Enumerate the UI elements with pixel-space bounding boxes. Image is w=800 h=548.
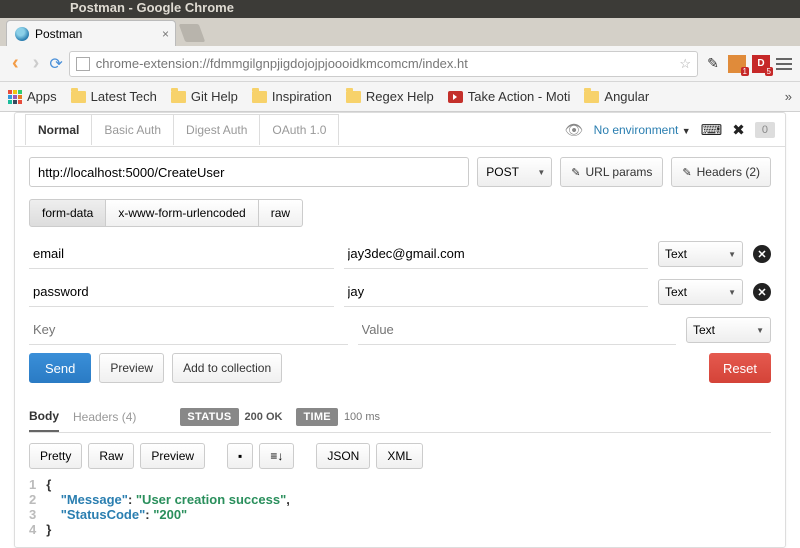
browser-tabstrip: Postman × [0, 18, 800, 46]
request-url-input[interactable] [29, 157, 469, 187]
key-input[interactable] [29, 277, 334, 307]
tab-basic-auth[interactable]: Basic Auth [92, 114, 174, 145]
value-input[interactable] [358, 315, 677, 345]
body-type-tabs: form-data x-www-form-urlencoded raw [29, 199, 771, 227]
bookmark-latest-tech[interactable]: Latest Tech [71, 89, 157, 104]
bookmark-regex-help[interactable]: Regex Help [346, 89, 434, 104]
copy-icon[interactable]: ▪ [227, 443, 253, 469]
status-label: STATUS [180, 408, 238, 426]
add-to-collection-button[interactable]: Add to collection [172, 353, 282, 383]
window-title: Postman - Google Chrome [70, 0, 234, 15]
method-select[interactable]: POST [477, 157, 552, 187]
postman-panel: Normal Basic Auth Digest Auth OAuth 1.0 … [14, 112, 786, 548]
key-input[interactable] [29, 239, 334, 269]
chevron-right-icon[interactable]: » [785, 89, 792, 104]
browser-tab[interactable]: Postman × [6, 20, 176, 46]
bookmark-inspiration[interactable]: Inspiration [252, 89, 332, 104]
bookmark-take-action[interactable]: Take Action - Moti [448, 89, 571, 104]
folder-icon [252, 91, 267, 103]
form-row-empty: Text [29, 315, 771, 345]
xml-button[interactable]: XML [376, 443, 423, 469]
json-button[interactable]: JSON [316, 443, 370, 469]
hamburger-icon[interactable] [776, 58, 792, 70]
folder-icon [584, 91, 599, 103]
edit-icon: ✎ [571, 166, 580, 179]
url-input[interactable]: chrome-extension://fdmmgilgnpjigdojojpjo… [69, 51, 698, 77]
postman-auth-tabs: Normal Basic Auth Digest Auth OAuth 1.0 … [15, 113, 785, 147]
preview-response-button[interactable]: Preview [140, 443, 205, 469]
value-input[interactable] [344, 277, 649, 307]
back-button[interactable]: ‹ [8, 52, 23, 75]
youtube-icon [448, 91, 463, 103]
delete-row-icon[interactable]: ✕ [753, 245, 771, 263]
tab-body[interactable]: Body [29, 402, 59, 432]
type-select[interactable]: Text [658, 279, 743, 305]
star-icon[interactable]: ☆ [679, 56, 691, 72]
close-icon[interactable]: × [162, 27, 169, 41]
folder-icon [71, 91, 86, 103]
tab-label: Postman [35, 27, 82, 41]
tab-form-data[interactable]: form-data [29, 199, 106, 227]
folder-icon [346, 91, 361, 103]
status-value: 200 OK [245, 411, 283, 423]
tab-oauth[interactable]: OAuth 1.0 [260, 114, 339, 145]
line-numbers: 1234 [29, 477, 46, 537]
settings-icon[interactable]: ✖ [732, 121, 745, 139]
request-bar: POST ✎URL params ✎Headers (2) [29, 157, 771, 187]
browser-toolbar: ‹ › ⟳ chrome-extension://fdmmgilgnpjigdo… [0, 46, 800, 82]
bookmark-angular[interactable]: Angular [584, 89, 649, 104]
key-input[interactable] [29, 315, 348, 345]
form-row: Text ✕ [29, 239, 771, 269]
preview-button[interactable]: Preview [99, 353, 164, 383]
history-count[interactable]: 0 [755, 122, 775, 138]
response-controls: Pretty Raw Preview ▪ ≡↓ JSON XML [29, 443, 771, 469]
raw-button[interactable]: Raw [88, 443, 134, 469]
tab-response-headers[interactable]: Headers (4) [73, 403, 136, 431]
url-text: chrome-extension://fdmmgilgnpjigdojojpjo… [96, 56, 468, 71]
delete-row-icon[interactable]: ✕ [753, 283, 771, 301]
eye-icon[interactable]: 👁 [565, 121, 584, 139]
send-button[interactable]: Send [29, 353, 91, 383]
environment-selector[interactable]: No environment ▼ [594, 123, 691, 137]
type-select[interactable]: Text [658, 241, 743, 267]
extension-orange[interactable]: 1 [728, 55, 746, 73]
page-icon [76, 57, 90, 71]
keyboard-icon[interactable]: ⌨ [701, 121, 723, 139]
extension-red[interactable]: D5 [752, 55, 770, 73]
eyedropper-icon[interactable]: ✎ [704, 55, 722, 73]
value-input[interactable] [344, 239, 649, 269]
time-value: 100 ms [344, 411, 380, 423]
url-params-button[interactable]: ✎URL params [560, 157, 663, 187]
tab-raw[interactable]: raw [259, 199, 303, 227]
wrap-icon[interactable]: ≡↓ [259, 443, 294, 469]
window-titlebar: Postman - Google Chrome [0, 0, 800, 18]
tab-digest-auth[interactable]: Digest Auth [174, 114, 260, 145]
bookmark-apps[interactable]: Apps [8, 89, 57, 104]
request-actions: Send Preview Add to collection Reset [29, 353, 771, 383]
apps-icon [8, 90, 22, 104]
new-tab-button[interactable] [179, 24, 206, 42]
pretty-button[interactable]: Pretty [29, 443, 82, 469]
response-body: 1234 { "Message": "User creation success… [29, 477, 771, 537]
type-select[interactable]: Text [686, 317, 771, 343]
bookmarks-bar: Apps Latest Tech Git Help Inspiration Re… [0, 82, 800, 112]
headers-button[interactable]: ✎Headers (2) [671, 157, 771, 187]
forward-button[interactable]: › [29, 52, 44, 75]
form-row: Text ✕ [29, 277, 771, 307]
form-rows: Text ✕ Text ✕ Text [29, 239, 771, 345]
tab-normal[interactable]: Normal [25, 114, 92, 145]
edit-icon: ✎ [682, 166, 691, 179]
tab-urlencoded[interactable]: x-www-form-urlencoded [106, 199, 258, 227]
reset-button[interactable]: Reset [709, 353, 771, 383]
response-tabs: Body Headers (4) STATUS 200 OK TIME 100 … [29, 401, 771, 433]
response-json[interactable]: { "Message": "User creation success", "S… [46, 477, 290, 537]
reload-button[interactable]: ⟳ [49, 54, 62, 74]
folder-icon [171, 91, 186, 103]
bookmark-git-help[interactable]: Git Help [171, 89, 238, 104]
globe-icon [15, 27, 29, 41]
time-label: TIME [296, 408, 337, 426]
